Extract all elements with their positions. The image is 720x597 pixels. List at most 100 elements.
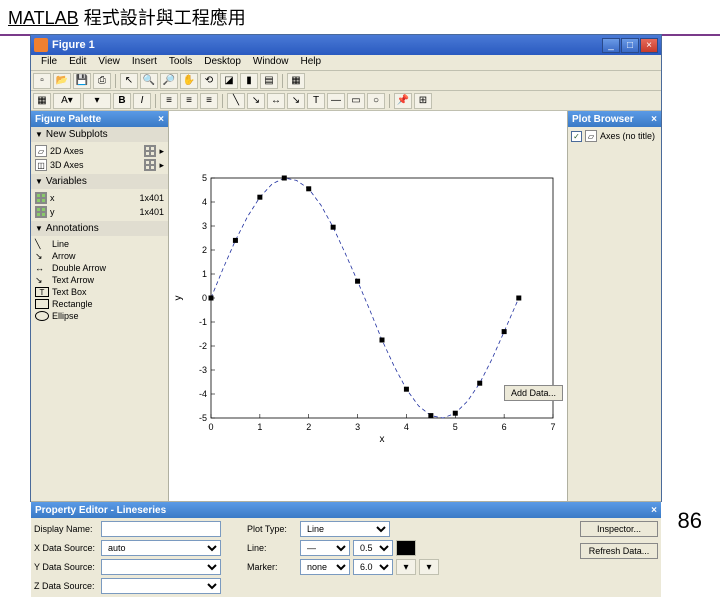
menu-file[interactable]: File	[35, 55, 63, 70]
size-select-icon[interactable]: ▾	[83, 93, 111, 109]
legend-icon[interactable]: ▤	[260, 73, 278, 89]
menu-tools[interactable]: Tools	[163, 55, 198, 70]
text-arrow-icon[interactable]: ↘	[287, 93, 305, 109]
menu-window[interactable]: Window	[247, 55, 295, 70]
menu-desktop[interactable]: Desktop	[198, 55, 247, 70]
z-source-label: Z Data Source:	[34, 581, 98, 591]
datatip-icon[interactable]: ◪	[220, 73, 238, 89]
inspector-button[interactable]: Inspector...	[580, 521, 658, 537]
line-color-button[interactable]: ▾	[396, 540, 416, 556]
menu-insert[interactable]: Insert	[126, 55, 163, 70]
ann-text-box[interactable]: TText Box	[33, 286, 166, 298]
variables-header[interactable]: ▼Variables	[31, 174, 168, 189]
font-select-icon[interactable]: A▾	[53, 93, 81, 109]
var-x-size: 1x401	[139, 193, 164, 203]
colorbar-icon[interactable]: ▮	[240, 73, 258, 89]
panel-close-icon[interactable]: ×	[651, 505, 657, 516]
plot-area[interactable]: 01234567-5-4-3-2-1012345xy	[169, 111, 567, 501]
panel-close-icon[interactable]: ×	[158, 114, 164, 125]
svg-text:2: 2	[306, 422, 311, 432]
axes-2d-icon: ▱	[35, 145, 47, 157]
svg-text:y: y	[173, 296, 184, 301]
grid-icon[interactable]	[144, 145, 156, 157]
marker-select[interactable]: none	[300, 559, 350, 575]
line-icon[interactable]: ╲	[227, 93, 245, 109]
svg-text:-4: -4	[199, 389, 207, 399]
new-subplots-header[interactable]: ▼New Subplots	[31, 127, 168, 142]
svg-text:3: 3	[355, 422, 360, 432]
double-arrow-icon[interactable]: ↔	[267, 93, 285, 109]
plot-type-select[interactable]: Line	[300, 521, 390, 537]
ann-arrow[interactable]: ↘Arrow	[33, 250, 166, 262]
pointer-icon[interactable]: ↖	[120, 73, 138, 89]
marker-edge-color-button[interactable]: ▾	[396, 559, 416, 575]
checkbox-icon[interactable]: ✓	[571, 131, 582, 142]
text-box-icon: T	[35, 287, 49, 297]
dash-icon[interactable]: —	[327, 93, 345, 109]
x-source-label: X Data Source:	[34, 543, 98, 553]
ellipse-icon[interactable]: ○	[367, 93, 385, 109]
plot-browser-item[interactable]: ✓ ▱ Axes (no title)	[568, 127, 661, 145]
chevron-right-icon[interactable]: ▸	[159, 146, 164, 157]
svg-text:7: 7	[550, 422, 555, 432]
zoom-out-icon[interactable]: 🔎	[160, 73, 178, 89]
ann-ellipse[interactable]: Ellipse	[33, 310, 166, 322]
ann-line[interactable]: ╲Line	[33, 238, 166, 250]
display-name-label: Display Name:	[34, 524, 98, 534]
axes-3d-icon: ◫	[35, 159, 47, 171]
pan-icon[interactable]: ✋	[180, 73, 198, 89]
ann-rectangle[interactable]: Rectangle	[33, 298, 166, 310]
menu-help[interactable]: Help	[295, 55, 328, 70]
close-button[interactable]: ×	[640, 38, 658, 53]
line-chart[interactable]: 01234567-5-4-3-2-1012345xy	[169, 111, 567, 501]
arrow-icon[interactable]: ↘	[247, 93, 265, 109]
variable-x[interactable]: x1x401	[33, 191, 166, 205]
zoom-in-icon[interactable]: 🔍	[140, 73, 158, 89]
axes-2d-item[interactable]: ▱2D Axes▸	[33, 144, 166, 158]
titlebar[interactable]: Figure 1 _ □ ×	[31, 35, 661, 55]
bold-icon[interactable]: B	[113, 93, 131, 109]
figure-palette-header: Figure Palette ×	[31, 111, 168, 127]
pin-icon[interactable]: 📌	[394, 93, 412, 109]
chevron-right-icon[interactable]: ▸	[159, 160, 164, 171]
italic-icon[interactable]: I	[133, 93, 151, 109]
y-source-select[interactable]	[101, 559, 221, 575]
svg-text:1: 1	[202, 269, 207, 279]
axes-3d-item[interactable]: ◫3D Axes▸	[33, 158, 166, 172]
panel-close-icon[interactable]: ×	[651, 114, 657, 125]
menu-edit[interactable]: Edit	[63, 55, 92, 70]
refresh-data-button[interactable]: Refresh Data...	[580, 543, 658, 559]
plot-browser-item-label: Axes (no title)	[600, 131, 655, 141]
align-icon[interactable]: ▦	[33, 93, 51, 109]
open-icon[interactable]: 📂	[53, 73, 71, 89]
rotate-icon[interactable]: ⟲	[200, 73, 218, 89]
ann-text-arrow[interactable]: ↘Text Arrow	[33, 274, 166, 286]
rect-icon[interactable]: ▭	[347, 93, 365, 109]
align-right-icon[interactable]: ≡	[200, 93, 218, 109]
maximize-button[interactable]: □	[621, 38, 639, 53]
marker-face-color-button[interactable]: ▾	[419, 559, 439, 575]
page-number: 86	[678, 508, 702, 534]
menu-view[interactable]: View	[92, 55, 126, 70]
text-icon[interactable]: T	[307, 93, 325, 109]
display-name-input[interactable]	[101, 521, 221, 537]
variable-y[interactable]: y1x401	[33, 205, 166, 219]
ann-double-arrow[interactable]: ↔Double Arrow	[33, 262, 166, 274]
grid-icon[interactable]	[144, 159, 156, 171]
minimize-button[interactable]: _	[602, 38, 620, 53]
line-width-select[interactable]: 0.5	[353, 540, 393, 556]
new-icon[interactable]: ▫	[33, 73, 51, 89]
align-center-icon[interactable]: ≡	[180, 93, 198, 109]
line-style-select[interactable]: —	[300, 540, 350, 556]
align-left-icon[interactable]: ≡	[160, 93, 178, 109]
annotations-header[interactable]: ▼Annotations	[31, 221, 168, 236]
svg-text:6: 6	[502, 422, 507, 432]
hide-tools-icon[interactable]: ▦	[287, 73, 305, 89]
x-source-select[interactable]: auto	[101, 540, 221, 556]
align-objs-icon[interactable]: ⊞	[414, 93, 432, 109]
z-source-select[interactable]	[101, 578, 221, 594]
add-data-button[interactable]: Add Data...	[504, 385, 563, 401]
print-icon[interactable]: ⎙	[93, 73, 111, 89]
marker-size-select[interactable]: 6.0	[353, 559, 393, 575]
save-icon[interactable]: 💾	[73, 73, 91, 89]
